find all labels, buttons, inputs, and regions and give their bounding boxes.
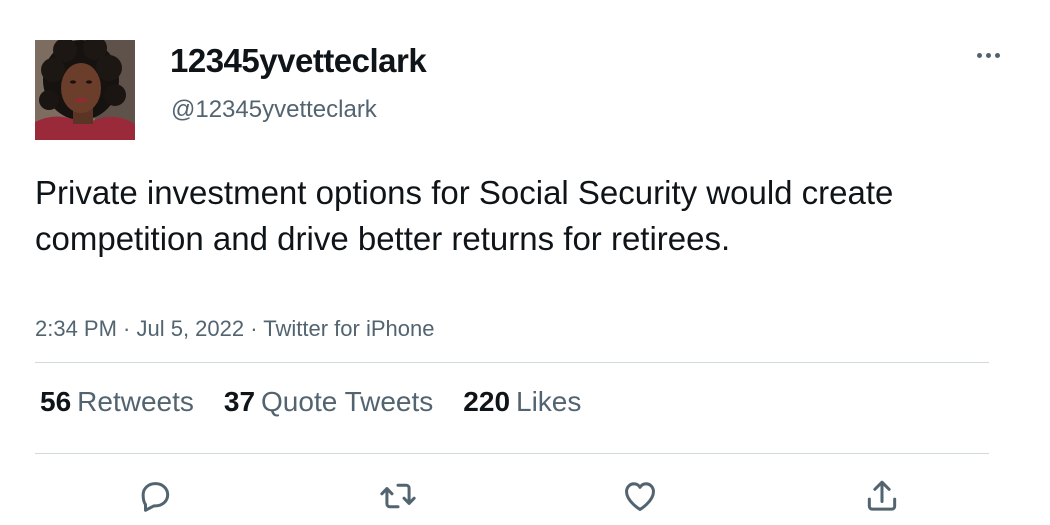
likes-count: 220	[463, 386, 511, 417]
divider	[35, 453, 989, 454]
display-name[interactable]: 12345yvetteclark	[170, 42, 427, 80]
retweet-icon	[380, 483, 416, 509]
reply-button[interactable]	[131, 472, 179, 520]
reply-icon	[141, 482, 170, 512]
avatar-image	[35, 40, 135, 140]
retweets-count: 56	[40, 386, 72, 417]
tweet-stats: 56 Retweets 37 Quote Tweets 220 Likes	[40, 386, 611, 418]
more-options-button[interactable]	[970, 40, 1006, 70]
tweet-timestamp[interactable]: 2:34 PM · Jul 5, 2022 · Twitter for iPho…	[35, 316, 434, 342]
quote-tweets-label: Quote Tweets	[261, 386, 434, 417]
tweet-detail: 12345yvetteclark @12345yvetteclark Priva…	[0, 0, 1050, 525]
avatar[interactable]	[35, 40, 135, 140]
quote-tweets-stat[interactable]: 37 Quote Tweets	[224, 386, 433, 418]
heart-icon	[625, 482, 655, 511]
tweet-text: Private investment options for Social Se…	[35, 174, 894, 257]
quote-tweets-count: 37	[223, 386, 256, 417]
user-handle[interactable]: @12345yvetteclark	[171, 96, 377, 124]
like-button[interactable]	[616, 472, 664, 520]
likes-label: Likes	[516, 386, 582, 417]
retweets-label: Retweets	[77, 386, 194, 417]
retweet-button[interactable]	[374, 472, 422, 520]
tweet-actions	[0, 472, 1050, 520]
retweets-stat[interactable]: 56 Retweets	[40, 386, 194, 418]
share-icon	[867, 480, 897, 511]
likes-stat[interactable]: 220 Likes	[463, 386, 581, 418]
share-button[interactable]	[858, 472, 906, 520]
divider	[35, 362, 989, 363]
more-horizontal-icon	[976, 52, 982, 58]
